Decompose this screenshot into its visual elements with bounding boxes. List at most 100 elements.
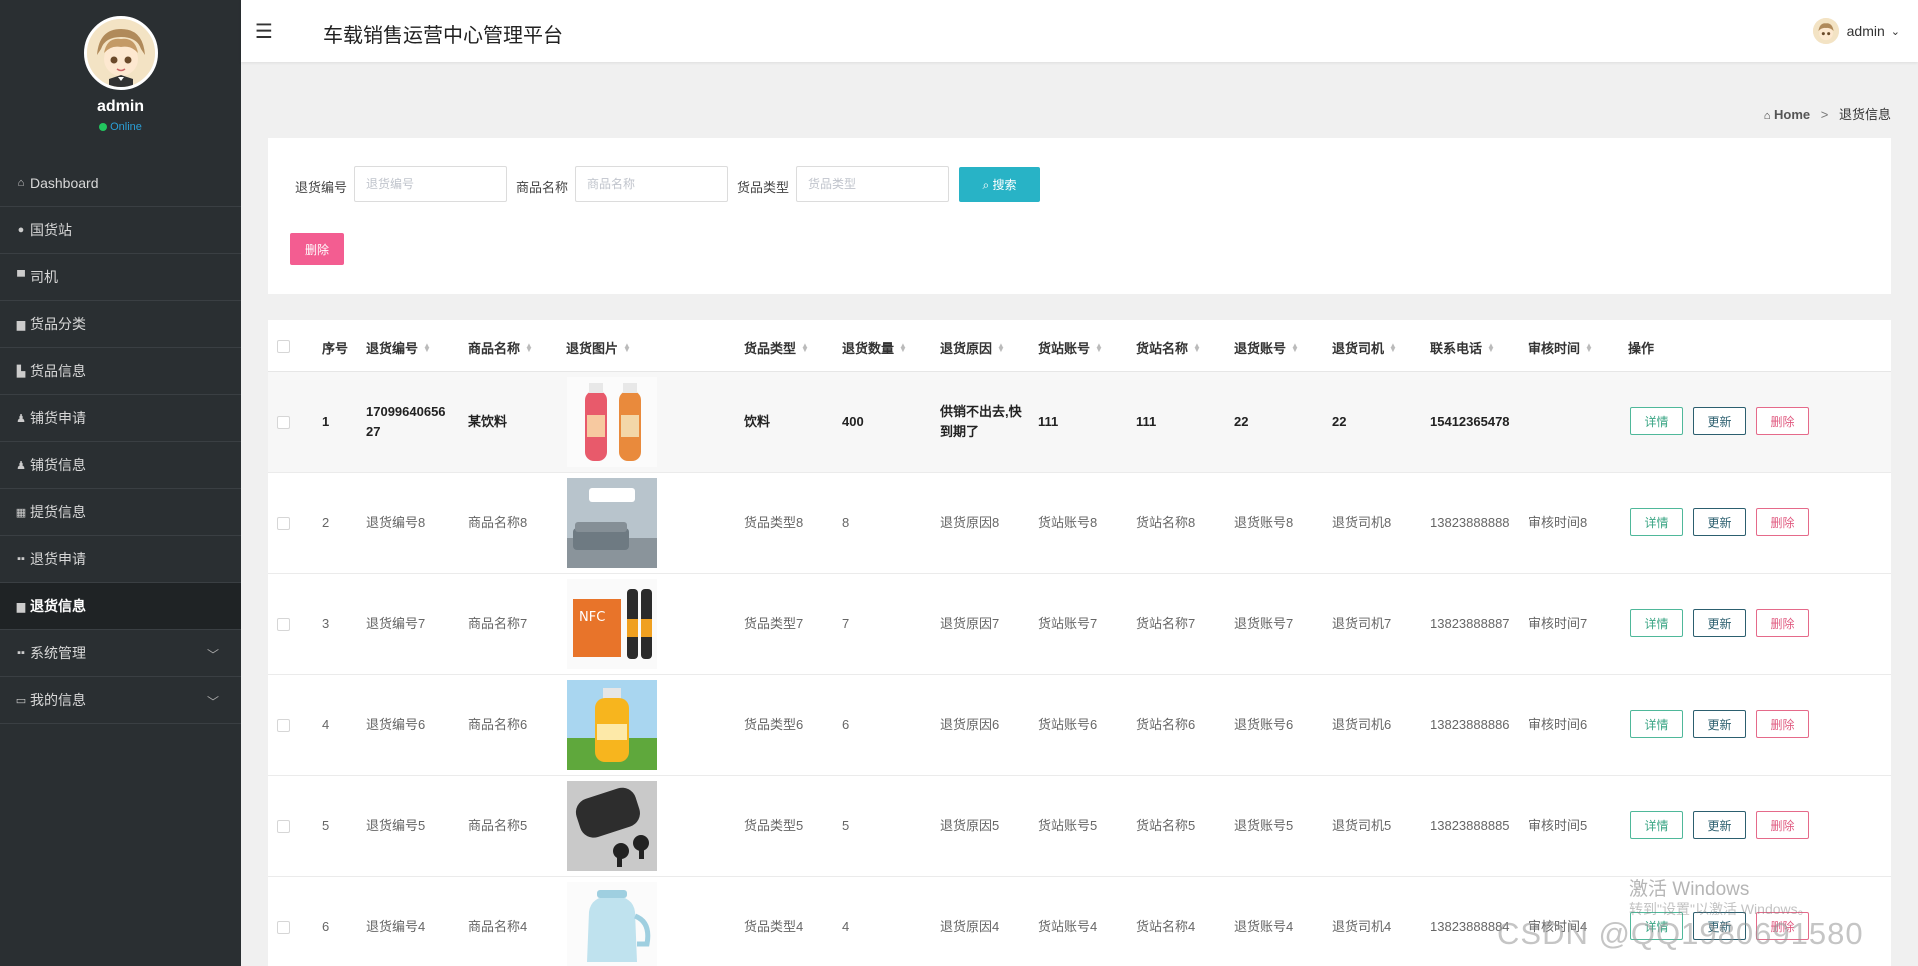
row-checkbox[interactable] bbox=[277, 921, 290, 934]
column-header-4[interactable]: 货品类型 ▲ ▼ bbox=[744, 338, 809, 357]
update-button[interactable]: 更新 bbox=[1693, 407, 1746, 435]
cell-return_acct: 退货账号8 bbox=[1234, 515, 1294, 530]
row-checkbox[interactable] bbox=[277, 517, 290, 530]
profile-panel: admin Online bbox=[0, 0, 241, 160]
sort-icon[interactable]: ▲ ▼ bbox=[1291, 342, 1299, 354]
sort-icon[interactable]: ▲ ▼ bbox=[423, 342, 431, 354]
location-icon: ● bbox=[17, 224, 25, 236]
cell-station_name: 货站名称4 bbox=[1136, 919, 1196, 934]
user-menu[interactable]: admin ⌄ bbox=[1812, 18, 1900, 44]
cell-name: 商品名称4 bbox=[468, 919, 528, 934]
windows-activation-watermark: 激活 Windows bbox=[1629, 879, 1750, 900]
delete-button[interactable]: 删除 bbox=[1756, 609, 1809, 637]
cell-driver: 退货司机4 bbox=[1332, 919, 1392, 934]
detail-button[interactable]: 详情 bbox=[1630, 811, 1683, 839]
sidebar-item-1[interactable]: ● 国货站 bbox=[0, 207, 241, 254]
update-button[interactable]: 更新 bbox=[1693, 609, 1746, 637]
sort-icon[interactable]: ▲ ▼ bbox=[1193, 342, 1201, 354]
column-header-5[interactable]: 退货数量 ▲ ▼ bbox=[842, 338, 907, 357]
sort-icon[interactable]: ▲ ▼ bbox=[525, 342, 533, 354]
search-button[interactable]: ⌕ 搜索 bbox=[959, 167, 1040, 202]
sort-icon[interactable]: ▲ ▼ bbox=[1095, 342, 1103, 354]
nfc-juice-box-image: NFC bbox=[567, 579, 657, 669]
detail-button[interactable]: 详情 bbox=[1630, 508, 1683, 536]
sidebar-item-9[interactable]: ▆ 退货信息 bbox=[0, 583, 241, 630]
cell-station_name: 货站名称6 bbox=[1136, 717, 1196, 732]
column-header-6[interactable]: 退货原因 ▲ ▼ bbox=[940, 338, 1005, 357]
product-name-input[interactable] bbox=[575, 166, 728, 202]
sidebar-item-3[interactable]: ▆ 货品分类 bbox=[0, 301, 241, 348]
detail-button[interactable]: 详情 bbox=[1630, 609, 1683, 637]
column-header-1[interactable]: 退货编号 ▲ ▼ bbox=[366, 338, 431, 357]
cell-return_acct: 退货账号7 bbox=[1234, 616, 1294, 631]
sort-icon[interactable]: ▲ ▼ bbox=[623, 342, 631, 354]
row-checkbox[interactable] bbox=[277, 416, 290, 429]
column-header-11[interactable]: 联系电话 ▲ ▼ bbox=[1430, 338, 1495, 357]
sidebar-item-label: 提货信息 bbox=[30, 504, 86, 520]
cell-name: 某饮料 bbox=[468, 414, 508, 429]
sidebar-item-5[interactable]: ♟ 铺货申请 bbox=[0, 395, 241, 442]
update-button[interactable]: 更新 bbox=[1693, 508, 1746, 536]
column-header-10[interactable]: 退货司机 ▲ ▼ bbox=[1332, 338, 1397, 357]
select-all-checkbox[interactable] bbox=[277, 340, 290, 353]
sidebar-item-7[interactable]: ▦ 提货信息 bbox=[0, 489, 241, 536]
cell-no: 1 bbox=[322, 414, 330, 429]
column-header-3[interactable]: 退货图片 ▲ ▼ bbox=[566, 338, 631, 357]
sidebar-item-4[interactable]: ▙ 货品信息 bbox=[0, 348, 241, 395]
detail-button[interactable]: 详情 bbox=[1630, 710, 1683, 738]
update-button[interactable]: 更新 bbox=[1693, 811, 1746, 839]
cell-station_name: 货站名称7 bbox=[1136, 616, 1196, 631]
column-header-label: 货站名称 bbox=[1136, 341, 1189, 356]
menu-toggle-icon[interactable]: ☰ bbox=[255, 19, 273, 44]
cell-phone: 15412365478 bbox=[1430, 414, 1510, 429]
cell-review_time: 审核时间8 bbox=[1528, 515, 1588, 530]
delete-button[interactable]: 删除 bbox=[1756, 407, 1809, 435]
detail-button[interactable]: 详情 bbox=[1630, 407, 1683, 435]
cell-name: 商品名称7 bbox=[468, 616, 528, 631]
return-code-input[interactable] bbox=[354, 166, 507, 202]
sort-icon[interactable]: ▲ ▼ bbox=[1487, 342, 1495, 354]
row-checkbox[interactable] bbox=[277, 618, 290, 631]
cell-station_name: 货站名称5 bbox=[1136, 818, 1196, 833]
sidebar-item-11[interactable]: ▭ 我的信息 ﹀ bbox=[0, 677, 241, 724]
earbuds-case-image bbox=[567, 781, 657, 871]
cell-no: 6 bbox=[322, 919, 330, 934]
type-label: 货品类型 bbox=[737, 180, 790, 195]
column-header-label: 货品类型 bbox=[744, 341, 797, 356]
column-header-label: 退货数量 bbox=[842, 341, 895, 356]
column-header-2[interactable]: 商品名称 ▲ ▼ bbox=[468, 338, 533, 357]
sidebar-item-8[interactable]: ▪▪ 退货申请 bbox=[0, 536, 241, 583]
cell-qty: 7 bbox=[842, 616, 850, 631]
cell-code: 退货编号6 bbox=[366, 717, 426, 732]
sort-icon[interactable]: ▲ ▼ bbox=[1389, 342, 1397, 354]
sort-icon[interactable]: ▲ ▼ bbox=[899, 342, 907, 354]
cell-no: 5 bbox=[322, 818, 330, 833]
sort-icon[interactable]: ▲ ▼ bbox=[997, 342, 1005, 354]
sidebar-item-6[interactable]: ♟ 铺货信息 bbox=[0, 442, 241, 489]
breadcrumb-home[interactable]: Home bbox=[1774, 107, 1810, 122]
column-header-8[interactable]: 货站名称 ▲ ▼ bbox=[1136, 338, 1201, 357]
column-header-9[interactable]: 退货账号 ▲ ▼ bbox=[1234, 338, 1299, 357]
avatar[interactable] bbox=[83, 16, 158, 90]
sort-icon[interactable]: ▲ ▼ bbox=[801, 342, 809, 354]
sidebar-item-2[interactable]: ▀ 司机 bbox=[0, 254, 241, 301]
delete-button[interactable]: 删除 bbox=[1756, 710, 1809, 738]
delete-button[interactable]: 删除 bbox=[1756, 811, 1809, 839]
cell-driver: 退货司机8 bbox=[1332, 515, 1392, 530]
column-header-label: 退货编号 bbox=[366, 341, 419, 356]
delete-button[interactable]: 删除 bbox=[1756, 508, 1809, 536]
row-checkbox[interactable] bbox=[277, 820, 290, 833]
sidebar-item-0[interactable]: ⌂ Dashboard bbox=[0, 160, 241, 207]
bulk-delete-button[interactable]: 删除 bbox=[290, 233, 344, 265]
search-button-label: 搜索 bbox=[992, 178, 1017, 192]
cell-station_acct: 货站账号5 bbox=[1038, 818, 1098, 833]
name-label: 商品名称 bbox=[516, 180, 569, 195]
sidebar-item-10[interactable]: ▪▪ 系统管理 ﹀ bbox=[0, 630, 241, 677]
update-button[interactable]: 更新 bbox=[1693, 710, 1746, 738]
column-header-7[interactable]: 货站账号 ▲ ▼ bbox=[1038, 338, 1103, 357]
goods-type-input[interactable] bbox=[796, 166, 949, 202]
row-checkbox[interactable] bbox=[277, 719, 290, 732]
column-header-12[interactable]: 审核时间 ▲ ▼ bbox=[1528, 338, 1593, 357]
sort-icon[interactable]: ▲ ▼ bbox=[1585, 342, 1593, 354]
table-row: 5 退货编号5 商品名称5 货品类型5 5 退货原因5 货站账号5 货站名称5 退货账号5 退货司… bbox=[268, 776, 1891, 877]
